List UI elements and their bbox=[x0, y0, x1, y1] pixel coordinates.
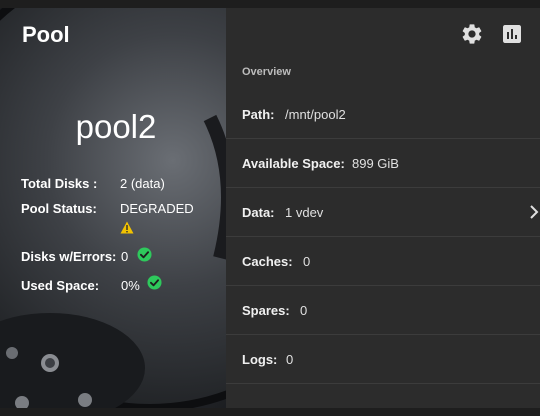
overview-row-logs: Logs: 0 bbox=[226, 335, 540, 384]
row-value: 0 bbox=[286, 352, 294, 367]
check-circle-icon bbox=[147, 275, 162, 290]
row-label: Spares: bbox=[242, 303, 290, 318]
row-label: Data: bbox=[242, 205, 275, 220]
row-label: Caches: bbox=[242, 254, 293, 269]
row-value: 899 GiB bbox=[352, 156, 399, 171]
gear-icon[interactable] bbox=[460, 22, 484, 46]
pool-card: Pool pool2 Total Disks : 2 (data) Pool S… bbox=[0, 8, 540, 408]
pool-overview-panel: Overview Path: /mnt/pool2 Available Spac… bbox=[226, 8, 540, 408]
disks-errors-value: 0 bbox=[121, 249, 129, 264]
row-label: Available Space: bbox=[242, 156, 345, 171]
chevron-right-icon[interactable] bbox=[528, 205, 540, 219]
pool-status-label: Pool Status: bbox=[21, 201, 97, 216]
overview-row-spares: Spares: 0 bbox=[226, 286, 540, 335]
card-title: Pool bbox=[22, 22, 70, 47]
row-value: /mnt/pool2 bbox=[285, 107, 346, 122]
pool-summary-panel: Pool pool2 Total Disks : 2 (data) Pool S… bbox=[0, 8, 226, 408]
pool-status-value: DEGRADED bbox=[120, 201, 194, 216]
check-circle-icon bbox=[137, 247, 152, 262]
overview-row-path: Path: /mnt/pool2 bbox=[226, 90, 540, 139]
row-value: 1 vdev bbox=[285, 205, 324, 220]
overview-heading: Overview bbox=[242, 66, 291, 78]
bar-chart-icon[interactable] bbox=[500, 22, 524, 46]
disks-errors-label: Disks w/Errors: bbox=[21, 249, 117, 264]
used-space-label: Used Space: bbox=[21, 278, 100, 293]
overview-row-caches: Caches: 0 bbox=[226, 237, 540, 286]
overview-row-data[interactable]: Data: 1 vdev bbox=[226, 188, 540, 237]
row-label: Path: bbox=[242, 107, 275, 122]
total-disks-label: Total Disks : bbox=[21, 176, 98, 191]
row-value: 0 bbox=[303, 254, 311, 269]
used-space-value: 0% bbox=[121, 278, 140, 293]
pool-name: pool2 bbox=[75, 108, 157, 145]
warning-icon bbox=[120, 221, 134, 234]
overview-row-available-space: Available Space: 899 GiB bbox=[226, 139, 540, 188]
total-disks-value: 2 (data) bbox=[120, 176, 165, 191]
row-label: Logs: bbox=[242, 352, 278, 367]
row-value: 0 bbox=[300, 303, 308, 318]
